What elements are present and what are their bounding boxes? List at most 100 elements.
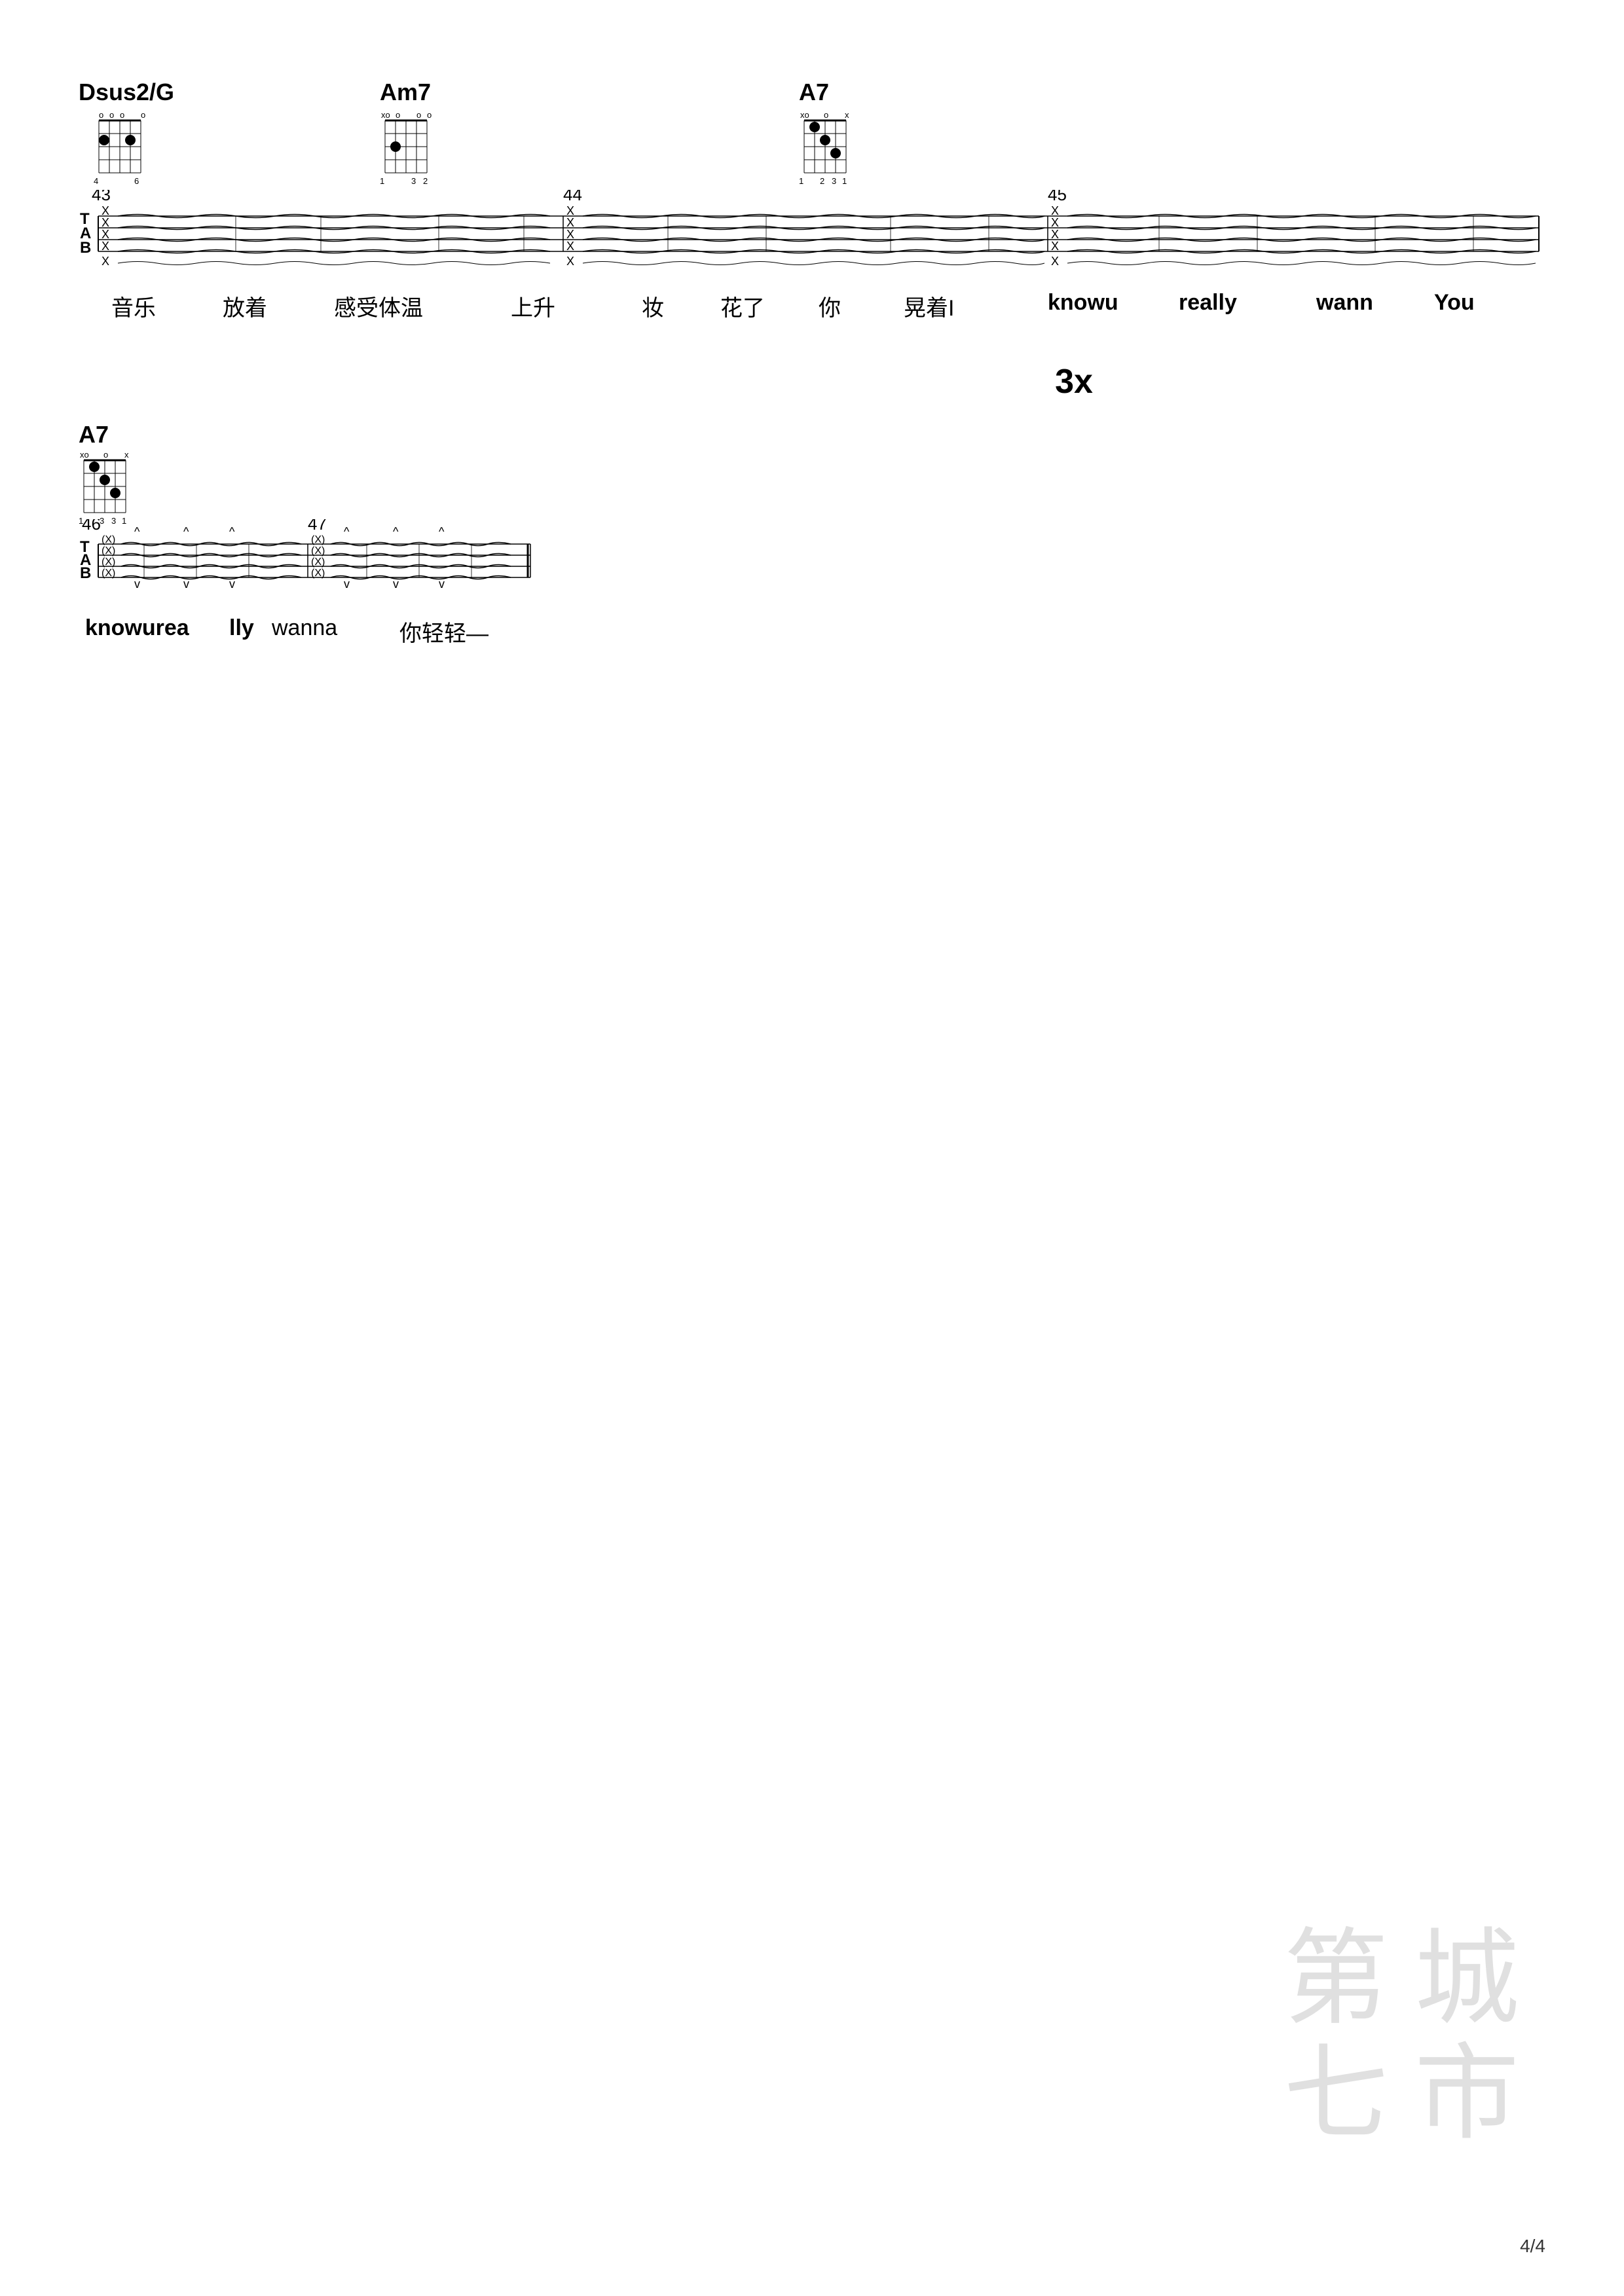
svg-text:o: o bbox=[396, 110, 400, 120]
chord-am7: Am7 xo o o o 1 3 2 bbox=[380, 79, 445, 187]
svg-text:(X): (X) bbox=[311, 534, 325, 545]
svg-text:43: 43 bbox=[92, 190, 111, 204]
svg-text:o: o bbox=[416, 110, 421, 120]
lyric-wann: wann bbox=[1316, 290, 1373, 316]
page-number: 4/4 bbox=[1520, 2236, 1545, 2257]
svg-text:^: ^ bbox=[183, 525, 189, 538]
svg-text:(X): (X) bbox=[311, 545, 325, 556]
chord-grid-a7-s2: xo o x bbox=[79, 448, 151, 530]
svg-text:o: o bbox=[99, 110, 103, 120]
svg-text:1: 1 bbox=[799, 176, 803, 186]
svg-text:3: 3 bbox=[832, 176, 836, 186]
svg-text:xo: xo bbox=[381, 110, 390, 120]
svg-text:o: o bbox=[103, 450, 108, 460]
chord-a7-section1: A7 xo o x 1 2 bbox=[799, 79, 871, 187]
chord-section-1: Dsus2/G o o o o bbox=[79, 79, 1545, 183]
svg-text:x: x bbox=[124, 450, 129, 460]
lyric-huale: 花了 bbox=[720, 290, 765, 322]
chord-a7-section2: A7 xo o x bbox=[79, 421, 151, 534]
svg-text:45: 45 bbox=[1048, 190, 1067, 204]
svg-text:1: 1 bbox=[380, 176, 384, 186]
svg-text:4: 4 bbox=[94, 176, 98, 186]
svg-text:X: X bbox=[101, 204, 109, 217]
svg-text:(X): (X) bbox=[101, 545, 115, 556]
svg-text:44: 44 bbox=[563, 190, 582, 204]
tab-staff-svg-1: 43 44 45 T A B X X X X bbox=[79, 190, 1545, 282]
lyric-lly: lly bbox=[229, 615, 254, 641]
watermark: 第 城 七 市 bbox=[1283, 1922, 1519, 2152]
svg-text:2: 2 bbox=[423, 176, 428, 186]
chord-grid-a7-s1: xo o x 1 2 3 1 bbox=[799, 109, 871, 187]
svg-text:X: X bbox=[566, 216, 574, 229]
lyric-yinyue: 音乐 bbox=[111, 290, 156, 322]
svg-text:X: X bbox=[1051, 255, 1059, 268]
svg-text:(X): (X) bbox=[101, 534, 115, 545]
chord-name-a7-s2: A7 bbox=[79, 421, 151, 448]
svg-text:o: o bbox=[141, 110, 145, 120]
chord-name-dsus2g: Dsus2/G bbox=[79, 79, 174, 106]
svg-text:46: 46 bbox=[82, 519, 101, 534]
section-2: A7 xo o x bbox=[79, 421, 1545, 655]
svg-text:v: v bbox=[134, 577, 140, 591]
svg-text:^: ^ bbox=[229, 525, 235, 538]
svg-text:6: 6 bbox=[134, 176, 139, 186]
svg-text:3: 3 bbox=[411, 176, 416, 186]
svg-text:B: B bbox=[80, 564, 91, 582]
tab-section-2: 46 47 T A B (X) (X) (X) bbox=[79, 519, 1545, 608]
svg-text:X: X bbox=[566, 228, 574, 241]
svg-text:X: X bbox=[566, 255, 574, 268]
tab-section-1: 43 44 45 T A B X X X X bbox=[79, 190, 1545, 285]
lyric-wanna-2: wanna bbox=[272, 615, 337, 641]
lyrics-section-1: 音乐 放着 感受体温 上升 妆 花了 你 晃着I knowu really wa… bbox=[79, 290, 1545, 329]
tab-staff-svg-2: 46 47 T A B (X) (X) (X) bbox=[79, 519, 537, 604]
svg-text:(X): (X) bbox=[101, 568, 115, 579]
svg-text:X: X bbox=[1051, 216, 1059, 229]
svg-text:(X): (X) bbox=[311, 568, 325, 579]
lyric-shangsheng: 上升 bbox=[511, 290, 555, 322]
svg-text:X: X bbox=[101, 228, 109, 241]
chord-name-am7: Am7 bbox=[380, 79, 431, 106]
chord-grid-dsus2g: o o o o 4 bbox=[94, 109, 159, 187]
svg-text:2: 2 bbox=[820, 176, 824, 186]
lyric-you: You bbox=[1434, 290, 1475, 316]
svg-text:X: X bbox=[101, 255, 109, 268]
lyric-ni: 你 bbox=[819, 290, 841, 322]
lyrics-section-2: knowurea lly wanna 你轻轻— bbox=[79, 615, 537, 655]
svg-text:X: X bbox=[1051, 228, 1059, 241]
svg-text:o: o bbox=[109, 110, 114, 120]
svg-text:o: o bbox=[120, 110, 124, 120]
svg-text:X: X bbox=[101, 240, 109, 253]
svg-text:^: ^ bbox=[439, 525, 445, 538]
svg-text:x: x bbox=[845, 110, 849, 120]
svg-text:X: X bbox=[101, 216, 109, 229]
lyric-ganshou: 感受体温 bbox=[334, 290, 423, 322]
lyric-really: really bbox=[1179, 290, 1237, 316]
svg-text:v: v bbox=[344, 577, 350, 591]
svg-text:(X): (X) bbox=[101, 556, 115, 568]
svg-text:^: ^ bbox=[134, 525, 140, 538]
svg-text:1: 1 bbox=[842, 176, 847, 186]
svg-text:X: X bbox=[1051, 204, 1059, 217]
watermark-line2: 七 市 bbox=[1283, 2037, 1519, 2152]
svg-text:^: ^ bbox=[393, 525, 399, 538]
svg-text:47: 47 bbox=[308, 519, 327, 534]
lyric-knowu-1: knowu bbox=[1048, 290, 1118, 316]
lyric-fangzhe: 放着 bbox=[223, 290, 267, 322]
chord-dsus2g: Dsus2/G o o o o bbox=[79, 79, 174, 187]
chord-name-a7-s1: A7 bbox=[799, 79, 829, 106]
svg-text:^: ^ bbox=[344, 525, 350, 538]
svg-text:B: B bbox=[80, 239, 91, 257]
svg-text:X: X bbox=[1051, 240, 1059, 253]
svg-text:X: X bbox=[566, 204, 574, 217]
lyric-zhuang: 妆 bbox=[642, 290, 664, 322]
lyric-ni-qingqing: 你轻轻— bbox=[399, 615, 489, 647]
svg-text:xo: xo bbox=[800, 110, 809, 120]
chord-section-2: A7 xo o x bbox=[79, 421, 1545, 519]
svg-text:(X): (X) bbox=[311, 556, 325, 568]
chord-grid-am7: xo o o o 1 3 2 bbox=[380, 109, 445, 187]
watermark-line1: 第 城 bbox=[1283, 1922, 1519, 2037]
svg-text:o: o bbox=[427, 110, 432, 120]
svg-text:X: X bbox=[566, 240, 574, 253]
lyric-huangzhe-i: 晃着I bbox=[904, 290, 954, 322]
svg-text:xo: xo bbox=[80, 450, 89, 460]
